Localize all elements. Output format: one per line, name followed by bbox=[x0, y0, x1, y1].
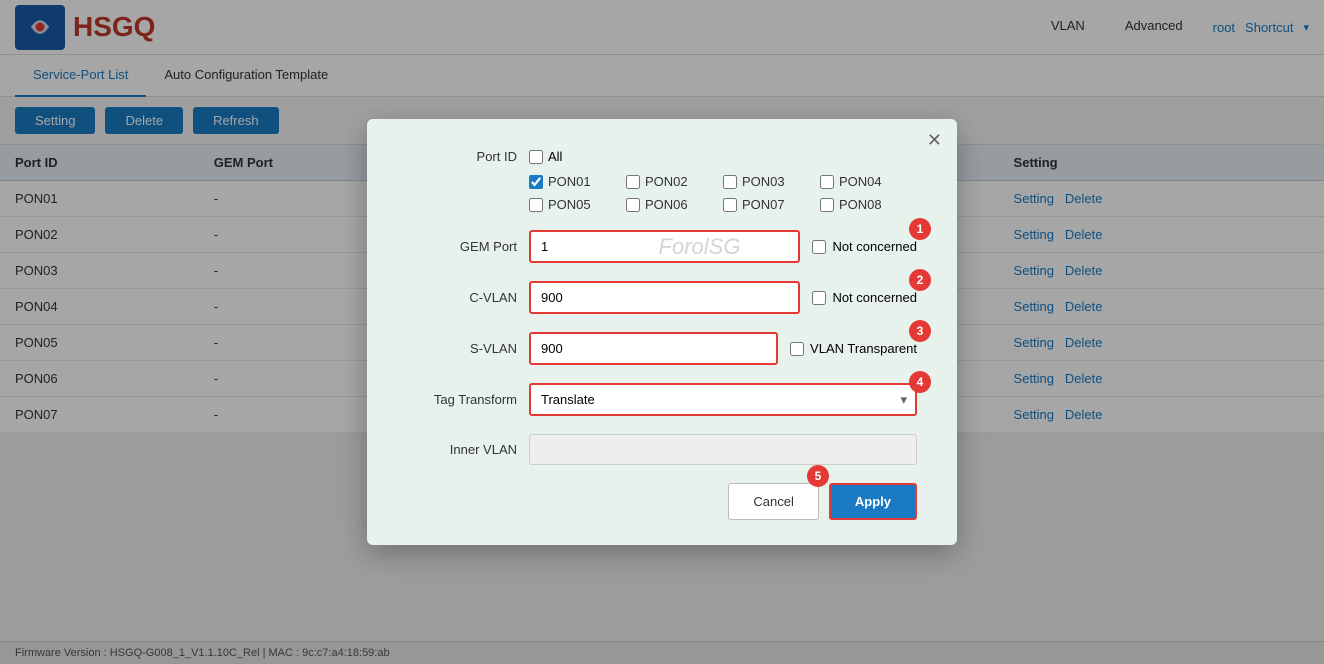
pon01-checkbox[interactable] bbox=[529, 175, 543, 189]
gem-port-row: 1 GEM Port ForolSG Not concerned bbox=[407, 230, 917, 263]
cvlan-wrap bbox=[529, 281, 800, 314]
modal-close-button[interactable]: ✕ bbox=[927, 131, 942, 149]
svlan-row: 3 S-VLAN VLAN Transparent bbox=[407, 332, 917, 365]
pon05-label[interactable]: PON05 bbox=[548, 197, 591, 212]
port-id-label: Port ID bbox=[407, 149, 517, 164]
pon-row-2: PON05 PON06 PON07 PON08 bbox=[407, 197, 917, 212]
pon08-item: PON08 bbox=[820, 197, 917, 212]
all-checkbox[interactable] bbox=[529, 150, 543, 164]
cvlan-row: 2 C-VLAN Not concerned bbox=[407, 281, 917, 314]
pon01-item: PON01 bbox=[529, 174, 626, 189]
apply-button[interactable]: Apply bbox=[829, 483, 917, 520]
tag-transform-select[interactable]: Translate Add Remove Transparent bbox=[529, 383, 917, 416]
pon05-checkbox[interactable] bbox=[529, 198, 543, 212]
step-3-badge: 3 bbox=[909, 320, 931, 342]
modal: ✕ Port ID All PON01 PON02 bbox=[367, 119, 957, 545]
vlan-transparent-wrap: VLAN Transparent bbox=[790, 341, 917, 356]
step-1-badge: 1 bbox=[909, 218, 931, 240]
pon03-checkbox[interactable] bbox=[723, 175, 737, 189]
pon05-item: PON05 bbox=[529, 197, 626, 212]
step-5-badge: 5 bbox=[807, 465, 829, 487]
tag-transform-label: Tag Transform bbox=[407, 392, 517, 407]
pon06-item: PON06 bbox=[626, 197, 723, 212]
vlan-transparent-label[interactable]: VLAN Transparent bbox=[810, 341, 917, 356]
pon04-item: PON04 bbox=[820, 174, 917, 189]
pon08-checkbox[interactable] bbox=[820, 198, 834, 212]
inner-vlan-row: Inner VLAN bbox=[407, 434, 917, 465]
pon03-label[interactable]: PON03 bbox=[742, 174, 785, 189]
cancel-button[interactable]: Cancel bbox=[728, 483, 818, 520]
svlan-label: S-VLAN bbox=[407, 341, 517, 356]
pon06-label[interactable]: PON06 bbox=[645, 197, 688, 212]
pon-row-1: PON01 PON02 PON03 PON04 bbox=[407, 174, 917, 189]
overlay: ✕ Port ID All PON01 PON02 bbox=[0, 0, 1324, 664]
pon02-item: PON02 bbox=[626, 174, 723, 189]
all-label[interactable]: All bbox=[548, 149, 562, 164]
pon04-label[interactable]: PON04 bbox=[839, 174, 882, 189]
tag-transform-row: 4 Tag Transform Translate Add Remove Tra… bbox=[407, 383, 917, 416]
inner-vlan-label: Inner VLAN bbox=[407, 442, 517, 457]
pon03-item: PON03 bbox=[723, 174, 820, 189]
gem-port-label: GEM Port bbox=[407, 239, 517, 254]
pon07-checkbox[interactable] bbox=[723, 198, 737, 212]
gem-port-wrap: ForolSG bbox=[529, 230, 800, 263]
not-concerned-1-wrap: Not concerned bbox=[812, 239, 917, 254]
inner-vlan-input[interactable] bbox=[529, 434, 917, 465]
pon02-label[interactable]: PON02 bbox=[645, 174, 688, 189]
pon06-checkbox[interactable] bbox=[626, 198, 640, 212]
pon01-label[interactable]: PON01 bbox=[548, 174, 591, 189]
cvlan-label: C-VLAN bbox=[407, 290, 517, 305]
pon08-label[interactable]: PON08 bbox=[839, 197, 882, 212]
gem-port-input[interactable] bbox=[529, 230, 800, 263]
not-concerned-1-label[interactable]: Not concerned bbox=[832, 239, 917, 254]
tag-transform-wrap: Translate Add Remove Transparent bbox=[529, 383, 917, 416]
vlan-transparent-checkbox[interactable] bbox=[790, 342, 804, 356]
pon04-checkbox[interactable] bbox=[820, 175, 834, 189]
svlan-wrap bbox=[529, 332, 778, 365]
pon02-checkbox[interactable] bbox=[626, 175, 640, 189]
pon07-item: PON07 bbox=[723, 197, 820, 212]
inner-vlan-wrap bbox=[529, 434, 917, 465]
cvlan-input[interactable] bbox=[529, 281, 800, 314]
modal-footer: 5 Cancel Apply bbox=[407, 483, 917, 520]
not-concerned-1-checkbox[interactable] bbox=[812, 240, 826, 254]
not-concerned-2-label[interactable]: Not concerned bbox=[832, 290, 917, 305]
pon07-label[interactable]: PON07 bbox=[742, 197, 785, 212]
port-id-section: Port ID All PON01 PON02 PON03 bbox=[407, 149, 917, 212]
step-2-badge: 2 bbox=[909, 269, 931, 291]
step-4-badge: 4 bbox=[909, 371, 931, 393]
not-concerned-2-wrap: Not concerned bbox=[812, 290, 917, 305]
not-concerned-2-checkbox[interactable] bbox=[812, 291, 826, 305]
svlan-input[interactable] bbox=[529, 332, 778, 365]
